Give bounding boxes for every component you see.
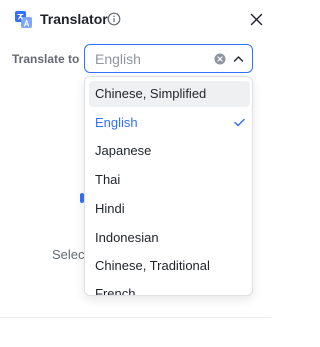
translate-icon	[15, 11, 32, 28]
translate-to-label: Translate to	[12, 52, 80, 66]
check-icon	[234, 118, 245, 127]
language-option-label: English	[95, 115, 138, 130]
language-option-chinese-simplified[interactable]: Chinese, Simplified	[89, 81, 250, 107]
language-option-japanese[interactable]: Japanese	[89, 138, 250, 164]
language-option-hindi[interactable]: Hindi	[89, 196, 250, 222]
info-icon[interactable]	[107, 12, 121, 26]
language-option-indonesian[interactable]: Indonesian	[89, 225, 250, 251]
panel-header: Translator	[0, 0, 271, 38]
target-language-value: English	[95, 51, 141, 67]
language-option-english[interactable]: English	[89, 110, 250, 136]
target-language-select[interactable]: English	[84, 44, 253, 73]
divider	[0, 317, 271, 318]
language-option-french[interactable]: French	[89, 281, 250, 295]
chevron-up-icon[interactable]	[233, 54, 244, 64]
translator-panel: Translator Translate to English Select C…	[0, 0, 271, 347]
panel-title: Translator	[40, 11, 108, 27]
clear-circle-icon[interactable]	[214, 53, 226, 65]
language-dropdown: Chinese, Simplified English Japanese Tha…	[84, 76, 253, 296]
background-hint-text: Select	[52, 247, 89, 262]
close-icon[interactable]	[249, 12, 264, 27]
language-option-chinese-traditional[interactable]: Chinese, Traditional	[89, 253, 250, 279]
language-option-thai[interactable]: Thai	[89, 167, 250, 193]
